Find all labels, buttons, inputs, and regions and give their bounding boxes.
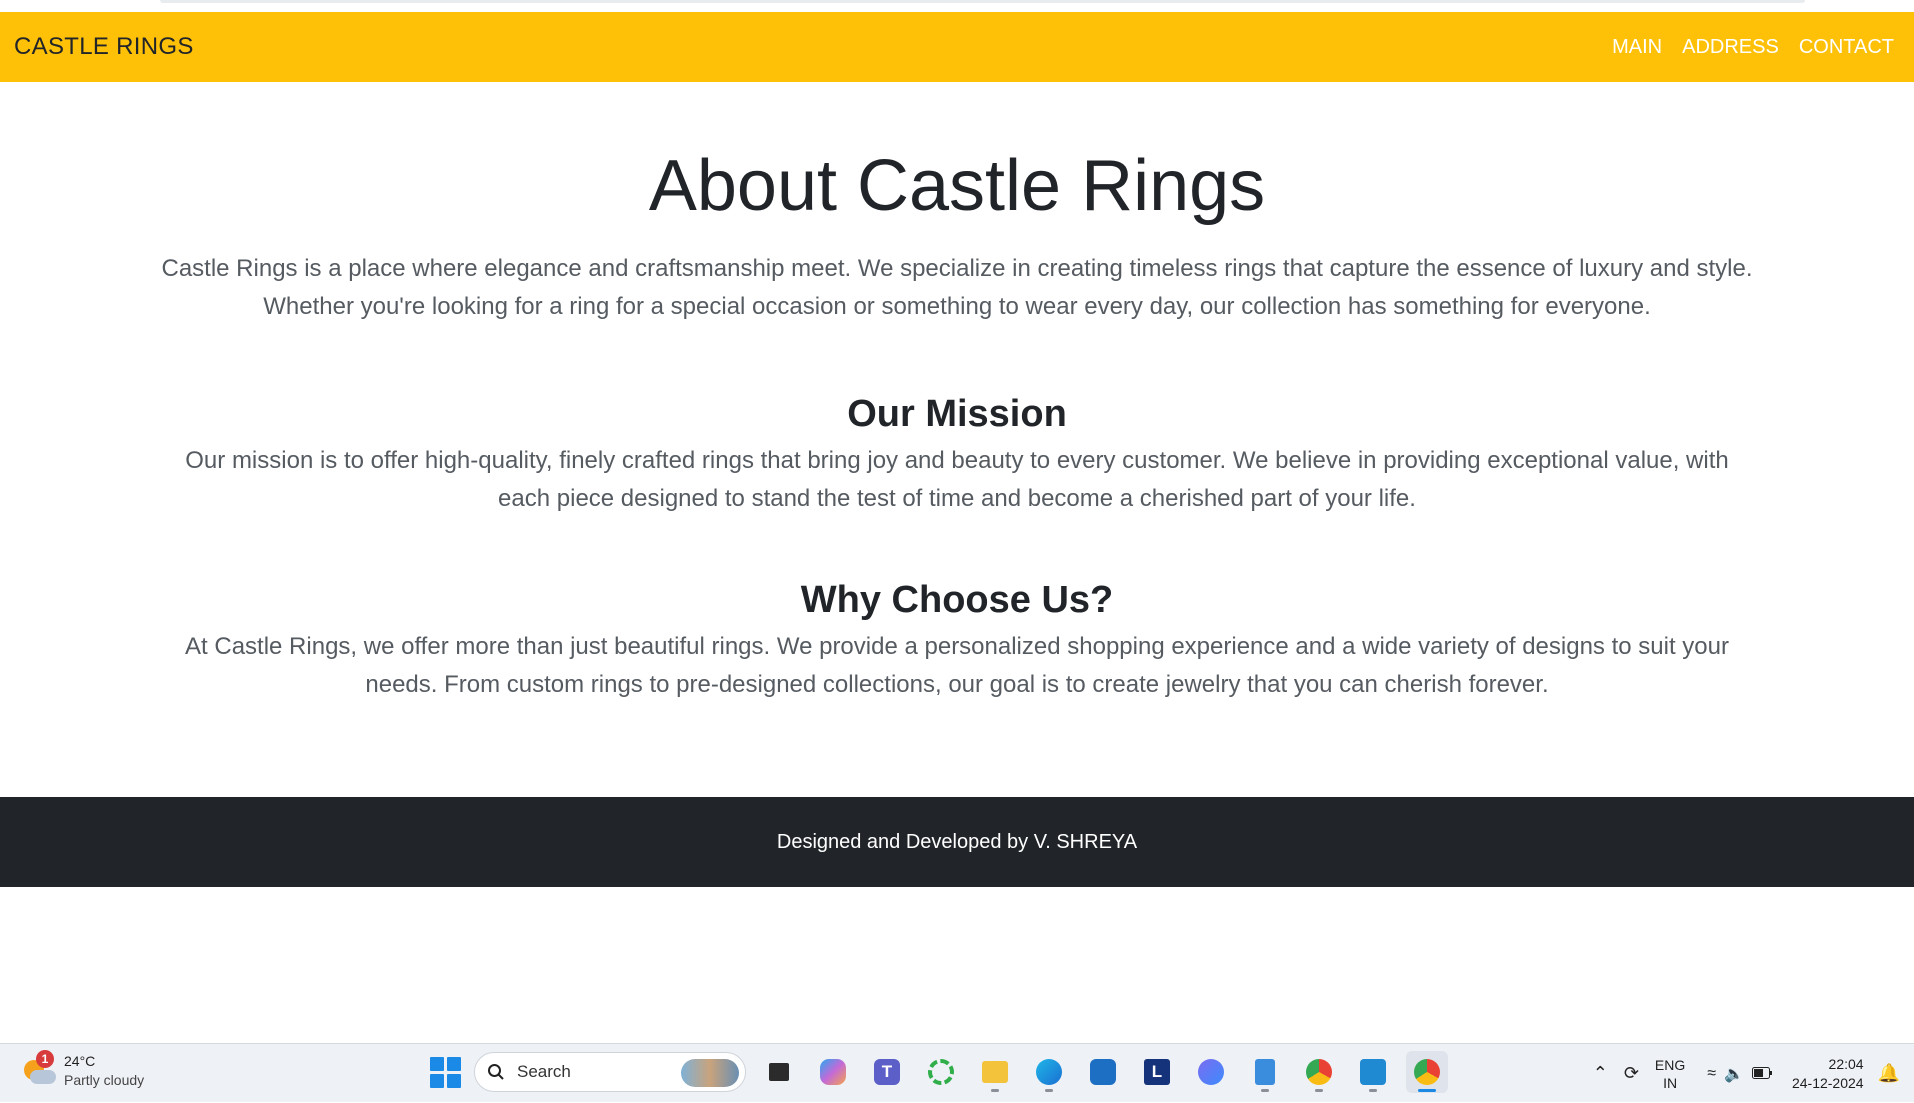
- chrome-icon[interactable]: [1406, 1051, 1448, 1093]
- why-text: At Castle Rings, we offer more than just…: [185, 633, 1729, 698]
- task-view-icon[interactable]: [758, 1051, 800, 1093]
- weather-temp: 24°C: [64, 1053, 96, 1069]
- battery-icon[interactable]: [1751, 1063, 1772, 1084]
- search-icon: [488, 1064, 504, 1080]
- wifi-icon[interactable]: ≈: [1707, 1065, 1716, 1083]
- weather-widget[interactable]: 1 24°C Partly cloudy: [22, 1050, 145, 1090]
- about-section: About Castle Rings Castle Rings is a pla…: [0, 82, 1914, 704]
- nav-link-main[interactable]: MAIN: [1612, 36, 1662, 59]
- microsoft-store-icon[interactable]: [1082, 1051, 1124, 1093]
- about-intro: Castle Rings is a place where elegance a…: [161, 255, 1753, 320]
- brand-logo[interactable]: CASTLE RINGS: [14, 33, 194, 61]
- loading-ring-icon[interactable]: [920, 1051, 962, 1093]
- mission-text: Our mission is to offer high-quality, fi…: [185, 447, 1729, 512]
- navbar: CASTLE RINGS MAIN ADDRESS CONTACT: [0, 12, 1914, 82]
- vscode-icon[interactable]: [1352, 1051, 1394, 1093]
- file-explorer-icon[interactable]: [974, 1051, 1016, 1093]
- notification-bell-icon[interactable]: 🔔: [1878, 1063, 1900, 1084]
- taskbar: 1 24°C Partly cloudy Search T L ⌃ ⟳ ENG: [0, 1043, 1914, 1102]
- search-placeholder: Search: [517, 1062, 571, 1081]
- browser-top-edge: [160, 0, 1805, 3]
- partly-cloudy-icon: 1: [22, 1050, 56, 1088]
- windows-start-icon[interactable]: [428, 1055, 462, 1089]
- chevron-up-icon[interactable]: ⌃: [1593, 1063, 1608, 1084]
- system-tray: ⌃ ⟳ ENG IN ≈ 🔈 22:04 24-12-2024 🔔: [1593, 1044, 1914, 1103]
- taskbar-apps: Search T L: [428, 1051, 1448, 1093]
- mission-heading: Our Mission: [847, 393, 1067, 435]
- sync-icon[interactable]: ⟳: [1624, 1063, 1639, 1084]
- copilot-icon[interactable]: [812, 1051, 854, 1093]
- footer: Designed and Developed by V. SHREYA: [0, 797, 1914, 887]
- teams-icon[interactable]: T: [866, 1051, 908, 1093]
- notepad-icon[interactable]: [1244, 1051, 1286, 1093]
- edge-icon[interactable]: [1028, 1051, 1070, 1093]
- input-language[interactable]: ENG IN: [1655, 1056, 1685, 1092]
- chrome-profile-icon[interactable]: [1298, 1051, 1340, 1093]
- volume-icon[interactable]: 🔈: [1724, 1064, 1744, 1084]
- nav-links: MAIN ADDRESS CONTACT: [1612, 36, 1894, 59]
- clock[interactable]: 22:04 24-12-2024: [1792, 1055, 1864, 1093]
- l-app-icon[interactable]: L: [1136, 1051, 1178, 1093]
- page-title: About Castle Rings: [648, 146, 1266, 226]
- clock-date: 24-12-2024: [1791, 1074, 1864, 1091]
- footer-credit: Designed and Developed by V. SHREYA: [776, 830, 1138, 853]
- notification-badge: 1: [36, 1050, 54, 1068]
- nav-link-address[interactable]: ADDRESS: [1682, 36, 1779, 59]
- weather-condition: Partly cloudy: [64, 1072, 145, 1088]
- clock-time: 22:04: [1828, 1055, 1864, 1072]
- a-app-icon[interactable]: [1190, 1051, 1232, 1093]
- nav-link-contact[interactable]: CONTACT: [1799, 36, 1894, 59]
- search-highlight-image: [681, 1059, 739, 1087]
- taskbar-search[interactable]: Search: [474, 1052, 746, 1092]
- why-heading: Why Choose Us?: [800, 579, 1114, 621]
